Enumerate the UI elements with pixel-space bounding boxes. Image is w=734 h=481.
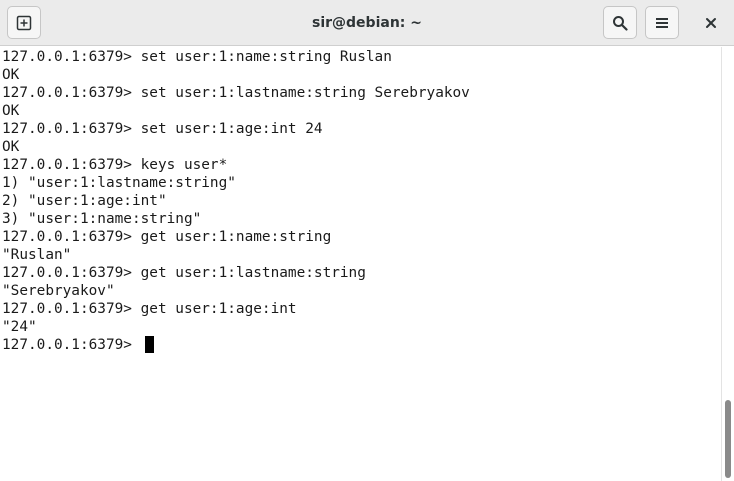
search-icon — [613, 15, 628, 31]
terminal-line: "Serebryakov" — [2, 283, 115, 299]
terminal-line: OK — [2, 103, 20, 119]
terminal-prompt-line: 127.0.0.1:6379> — [2, 337, 141, 353]
terminal-line: 3) "user:1:name:string" — [2, 211, 202, 227]
terminal-line: "24" — [2, 319, 37, 335]
terminal-line: 127.0.0.1:6379> set user:1:name:string R… — [2, 49, 392, 65]
terminal-line: 127.0.0.1:6379> get user:1:age:int — [2, 301, 297, 317]
terminal-output[interactable]: 127.0.0.1:6379> set user:1:name:string R… — [0, 47, 721, 481]
terminal-line: 1) "user:1:lastname:string" — [2, 175, 236, 191]
terminal-line: 127.0.0.1:6379> set user:1:lastname:stri… — [2, 85, 470, 101]
terminal-line: 127.0.0.1:6379> get user:1:name:string — [2, 229, 332, 245]
scrollbar-thumb[interactable] — [725, 400, 731, 478]
terminal-window: sir@debian: ~ 127.0.0.1:6379> set user:1… — [0, 0, 734, 481]
terminal-line: 127.0.0.1:6379> get user:1:lastname:stri… — [2, 265, 366, 281]
close-icon — [706, 17, 716, 28]
close-button[interactable] — [694, 6, 728, 39]
terminal-line: "Ruslan" — [2, 247, 72, 263]
hamburger-menu-icon — [656, 17, 668, 28]
terminal-line: OK — [2, 67, 20, 83]
header-bar: sir@debian: ~ — [0, 0, 734, 46]
vertical-scrollbar[interactable] — [721, 47, 734, 481]
menu-button[interactable] — [645, 6, 679, 39]
search-button[interactable] — [603, 6, 637, 39]
terminal-line: 127.0.0.1:6379> keys user* — [2, 157, 228, 173]
terminal-line: OK — [2, 139, 20, 155]
terminal-cursor — [145, 336, 154, 353]
new-tab-icon — [16, 15, 32, 30]
new-tab-button[interactable] — [7, 6, 41, 39]
terminal-line: 127.0.0.1:6379> set user:1:age:int 24 — [2, 121, 323, 137]
terminal-line: 2) "user:1:age:int" — [2, 193, 167, 209]
